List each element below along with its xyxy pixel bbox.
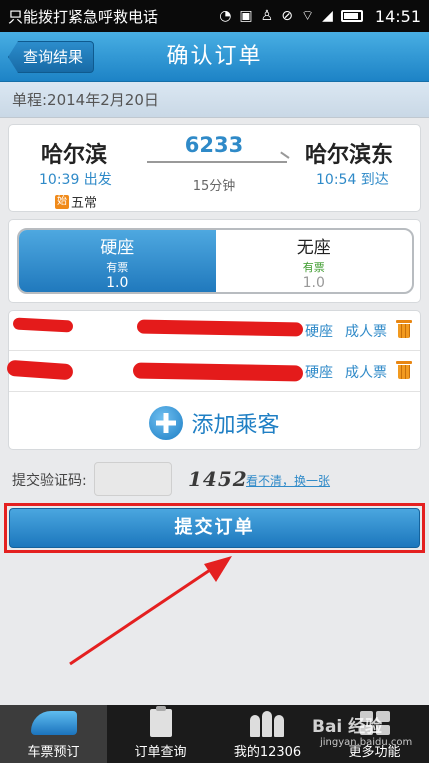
network-notice: 只能拨打紧急呼救电话 <box>8 7 159 26</box>
seat-availability: 有票 <box>302 261 325 274</box>
captcha-refresh-link[interactable]: 看不清，换一张 <box>246 472 330 489</box>
seat-availability: 有票 <box>106 261 129 274</box>
status-bar: 只能拨打紧急呼救电话 ◔ ▣ ♙ ⊘ ⌔ ◢ 14:51 <box>0 0 429 32</box>
signal-off-icon: ◢ <box>322 8 333 24</box>
add-passenger-label: 添加乘客 <box>191 413 280 438</box>
passenger-row[interactable]: 硬座 成人票 <box>6 352 420 392</box>
seat-name: 硬座 <box>100 238 135 258</box>
back-button[interactable]: 查询结果 <box>8 41 95 73</box>
delete-passenger-icon[interactable] <box>396 361 412 379</box>
nav-bar: 确认订单 查询结果 <box>0 32 429 82</box>
captcha-image[interactable]: 1452 <box>188 462 247 496</box>
trip-date: 单程:2014年2月20日 <box>0 82 429 118</box>
notification-icon: ♙ <box>260 8 274 24</box>
passenger-ticket-type[interactable]: 成人票 <box>345 321 387 341</box>
departure-station: 哈尔滨 <box>41 143 108 168</box>
tab-order-query[interactable]: 订单查询 <box>107 705 214 763</box>
submit-order-button[interactable]: 提交订单 <box>9 508 420 548</box>
no-signal-icon: ⊘ <box>281 8 293 24</box>
seat-selector-card: 硬座 有票 1.0 无座 有票 1.0 <box>8 219 421 303</box>
plus-circle-icon <box>149 406 184 440</box>
tab-ticket-booking[interactable]: 车票预订 <box>0 705 107 763</box>
clock: 14:51 <box>374 6 421 26</box>
wifi-icon: ⌔ <box>300 8 315 24</box>
passenger-list-card: 硬座 成人票 硬座 成人票 添加乘客 <box>6 310 421 451</box>
redacted-name <box>12 317 74 333</box>
departure-time: 10:39 出发 <box>39 172 112 188</box>
origin-station-badge: 始 五常 <box>55 192 97 211</box>
clipboard-icon <box>149 706 172 737</box>
battery-icon <box>340 10 363 22</box>
redacted-id-number <box>132 362 304 382</box>
passenger-ticket-type[interactable]: 成人票 <box>345 362 387 382</box>
sync-icon: ◔ <box>219 8 232 24</box>
passenger-seat-type[interactable]: 硬座 <box>305 362 333 382</box>
image-icon: ▣ <box>239 8 253 24</box>
seat-name: 无座 <box>296 238 331 258</box>
redacted-name <box>6 359 74 381</box>
seat-type-toggle: 硬座 有票 1.0 无座 有票 1.0 <box>17 228 414 294</box>
tab-my-12306[interactable]: 我的12306 <box>214 705 321 763</box>
watermark-url: jingyan.baidu.com <box>320 737 413 748</box>
seat-option-no-seat[interactable]: 无座 有票 1.0 <box>216 230 413 292</box>
add-passenger-button[interactable]: 添加乘客 <box>9 395 420 451</box>
watermark-logo: Bai 经验 <box>312 717 383 737</box>
passenger-seat-type[interactable]: 硬座 <box>305 321 333 341</box>
travel-duration: 15分钟 <box>192 179 236 194</box>
tab-label: 我的12306 <box>233 745 302 760</box>
seat-option-hard-seat[interactable]: 硬座 有票 1.0 <box>19 230 216 292</box>
people-icon <box>249 711 286 737</box>
captcha-label: 提交验证码: <box>12 473 87 489</box>
status-icons: ◔ ▣ ♙ ⊘ ⌔ ◢ 14:51 <box>219 7 421 26</box>
redacted-id-number <box>136 319 304 337</box>
captcha-input[interactable] <box>94 462 172 496</box>
train-icon <box>30 711 77 735</box>
train-number: 6233 <box>184 133 244 157</box>
arrow-right-icon <box>147 161 287 163</box>
seat-price: 1.0 <box>302 275 325 291</box>
delete-passenger-icon[interactable] <box>396 320 412 338</box>
train-info-card: 哈尔滨 10:39 出发 始 五常 6233 15分钟 哈尔滨东 10:54 到… <box>8 124 421 212</box>
passenger-row[interactable]: 硬座 成人票 <box>9 311 420 351</box>
arrival-time: 10:54 到达 <box>316 172 389 188</box>
seat-price: 1.0 <box>106 275 129 291</box>
origin-station-name: 五常 <box>71 196 98 211</box>
tab-label: 订单查询 <box>134 745 187 760</box>
origin-badge-icon: 始 <box>55 194 69 209</box>
arrival-station: 哈尔滨东 <box>305 143 394 168</box>
tab-label: 车票预订 <box>27 745 80 760</box>
